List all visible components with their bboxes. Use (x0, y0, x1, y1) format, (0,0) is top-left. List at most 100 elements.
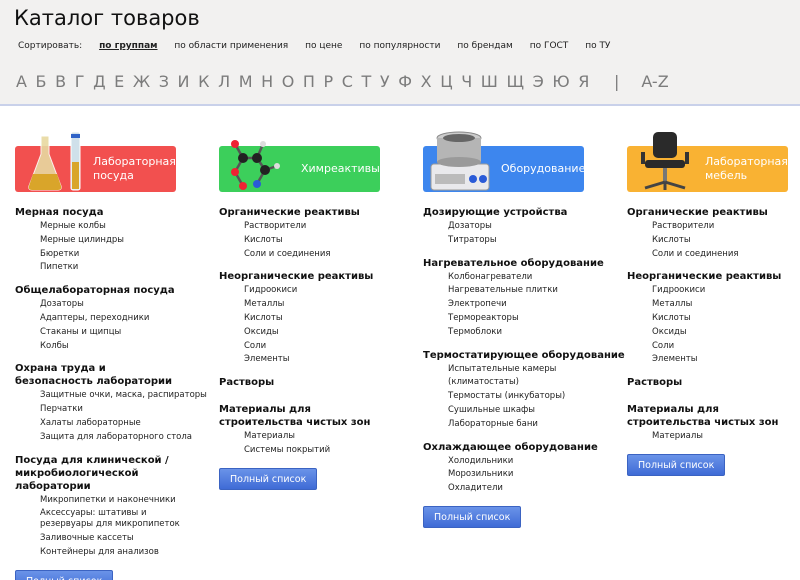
list-item[interactable]: Халаты лабораторные (40, 417, 211, 431)
alphabet-letter[interactable]: Р (324, 72, 334, 91)
list-item[interactable]: Термоблоки (448, 326, 619, 340)
alphabet-letter[interactable]: Х (421, 72, 432, 91)
list-item[interactable]: Материалы (244, 430, 415, 444)
list-item[interactable]: Оксиды (244, 326, 415, 340)
alphabet-letter[interactable]: О (282, 72, 295, 91)
list-item[interactable]: Оксиды (652, 326, 800, 340)
list-item[interactable]: Электропечи (448, 298, 619, 312)
list-item[interactable]: Морозильники (448, 468, 619, 482)
section-title[interactable]: Мерная посуда (15, 206, 211, 219)
list-item[interactable]: Титраторы (448, 234, 619, 248)
section-title[interactable]: Термостатирующее оборудование (423, 349, 625, 362)
category-banner-equipment[interactable]: Оборудование (423, 131, 585, 192)
list-item[interactable]: Бюретки (40, 248, 211, 262)
section-title[interactable]: Охрана труда и безопасность лаборатории (15, 362, 185, 388)
list-item[interactable]: Элементы (652, 353, 800, 367)
list-item[interactable]: Соли и соединения (652, 248, 800, 262)
list-item[interactable]: Соли (652, 340, 800, 354)
category-banner-lab-furniture[interactable]: Лабораторная мебель (627, 132, 788, 192)
list-item[interactable]: Адаптеры, переходники (40, 312, 211, 326)
alphabet-letter[interactable]: Ю (552, 72, 569, 91)
section-title[interactable]: Неорганические реактивы (627, 270, 800, 283)
sort-by-gost[interactable]: по ГОСТ (530, 41, 569, 51)
alphabet-letter[interactable]: Е (114, 72, 124, 91)
section-title[interactable]: Материалы для строительства чистых зон (219, 403, 379, 429)
section-title[interactable]: Растворы (219, 376, 415, 389)
alphabet-letter[interactable]: П (303, 72, 315, 91)
sort-by-price[interactable]: по цене (305, 41, 342, 51)
alphabet-letter[interactable]: Ж (133, 72, 150, 91)
category-banner-chemicals[interactable]: Химреактивы (219, 140, 380, 192)
category-banner-lab-glassware[interactable]: Лабораторная посуда (15, 132, 176, 192)
full-list-button[interactable]: Полный список (15, 569, 114, 580)
list-item[interactable]: Кислоты (244, 312, 415, 326)
list-item[interactable]: Пипетки (40, 261, 211, 275)
section-title[interactable]: Органические реактивы (219, 206, 415, 219)
alphabet-letter[interactable]: Щ (506, 72, 524, 91)
list-item[interactable]: Металлы (244, 298, 415, 312)
list-item[interactable]: Испытательные камеры (климатостаты) (448, 363, 619, 391)
list-item[interactable]: Нагревательные плитки (448, 284, 619, 298)
alphabet-letter[interactable]: Ш (481, 72, 498, 91)
list-item[interactable]: Элементы (244, 353, 415, 367)
alphabet-letter[interactable]: В (55, 72, 66, 91)
list-item[interactable]: Микропипетки и наконечники (40, 494, 211, 508)
list-item[interactable]: Кислоты (652, 312, 800, 326)
sort-by-brands[interactable]: по брендам (457, 41, 512, 51)
list-item[interactable]: Мерные колбы (40, 220, 211, 234)
list-item[interactable]: Колбонагреватели (448, 271, 619, 285)
list-item[interactable]: Дозаторы (40, 298, 211, 312)
list-item[interactable]: Мерные цилиндры (40, 234, 211, 248)
alphabet-letter[interactable]: Ф (398, 72, 412, 91)
section-title[interactable]: Растворы (627, 376, 800, 389)
list-item[interactable]: Сушильные шкафы (448, 404, 619, 418)
section-title[interactable]: Нагревательное оборудование (423, 257, 619, 270)
list-item[interactable]: Перчатки (40, 403, 211, 417)
list-item[interactable]: Холодильники (448, 455, 619, 469)
alphabet-letter[interactable]: З (159, 72, 169, 91)
list-item[interactable]: Лабораторные бани (448, 418, 619, 432)
list-item[interactable]: Охладители (448, 482, 619, 496)
list-item[interactable]: Контейнеры для анализов (40, 546, 211, 560)
sort-by-popularity[interactable]: по популярности (359, 41, 440, 51)
list-item[interactable]: Соли и соединения (244, 248, 415, 262)
list-item[interactable]: Колбы (40, 340, 211, 354)
alphabet-letter[interactable]: Л (218, 72, 230, 91)
list-item[interactable]: Гидроокиси (652, 284, 800, 298)
alphabet-letter[interactable]: М (239, 72, 253, 91)
full-list-button[interactable]: Полный список (627, 453, 726, 476)
section-title[interactable]: Посуда для клинической / микробиологичес… (15, 454, 195, 493)
sort-by-tu[interactable]: по ТУ (585, 41, 610, 51)
alphabet-letter[interactable]: У (380, 72, 390, 91)
full-list-button[interactable]: Полный список (219, 467, 318, 490)
full-list-button[interactable]: Полный список (423, 505, 522, 528)
alphabet-letter[interactable]: Г (75, 72, 85, 91)
alphabet-letter[interactable]: Н (261, 72, 273, 91)
list-item[interactable]: Стаканы и щипцы (40, 326, 211, 340)
list-item[interactable]: Аксессуары: штативы и резервуары для мик… (40, 508, 200, 530)
list-item[interactable]: Гидроокиси (244, 284, 415, 298)
section-title[interactable]: Дозирующие устройства (423, 206, 619, 219)
list-item[interactable]: Защитные очки, маска, распираторы (40, 389, 211, 403)
list-item[interactable]: Растворители (652, 220, 800, 234)
alphabet-letter[interactable]: Ц (440, 72, 452, 91)
list-item[interactable]: Материалы (652, 430, 800, 444)
sort-by-groups[interactable]: по группам (99, 41, 157, 51)
alphabet-letter[interactable]: А (16, 72, 27, 91)
list-item[interactable]: Системы покрытий (244, 444, 415, 458)
list-item[interactable]: Металлы (652, 298, 800, 312)
section-title[interactable]: Неорганические реактивы (219, 270, 415, 283)
section-title[interactable]: Общелабораторная посуда (15, 284, 211, 297)
list-item[interactable]: Кислоты (652, 234, 800, 248)
list-item[interactable]: Кислоты (244, 234, 415, 248)
alphabet-letter[interactable]: Д (93, 72, 106, 91)
alphabet-letter[interactable]: Я (578, 72, 589, 91)
alphabet-letter[interactable]: Э (533, 72, 544, 91)
sort-by-application[interactable]: по области применения (174, 41, 288, 51)
alphabet-letter[interactable]: И (178, 72, 190, 91)
list-item[interactable]: Соли (244, 340, 415, 354)
list-item[interactable]: Защита для лабораторного стола (40, 431, 211, 445)
alphabet-letter[interactable]: Б (36, 72, 47, 91)
list-item[interactable]: Термостаты (инкубаторы) (448, 390, 619, 404)
list-item[interactable]: Растворители (244, 220, 415, 234)
